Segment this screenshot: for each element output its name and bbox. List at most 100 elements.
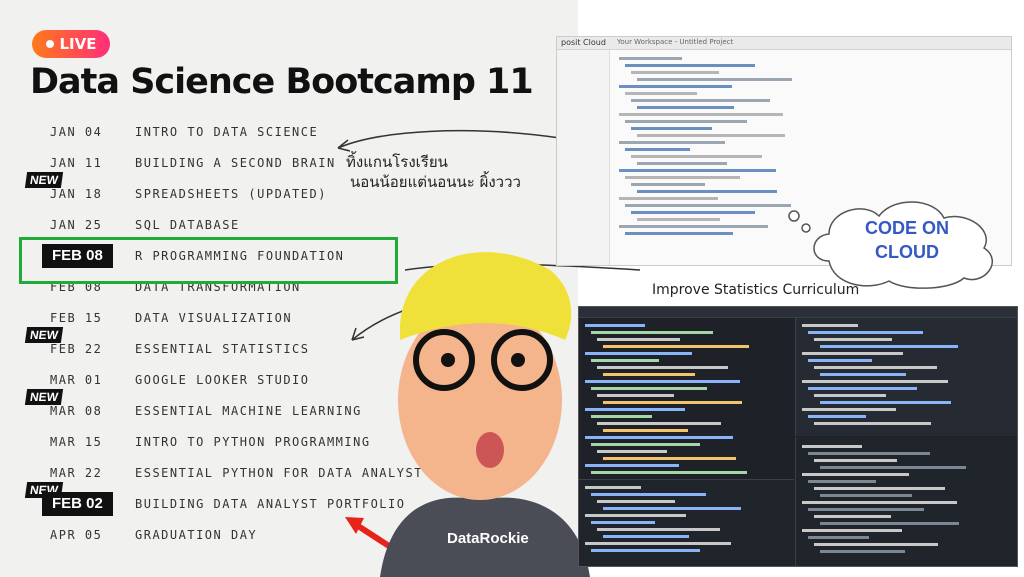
code-line xyxy=(808,508,924,511)
code-line xyxy=(591,331,714,334)
code-line xyxy=(814,366,938,369)
code-line xyxy=(597,500,676,503)
code-line xyxy=(631,99,770,102)
code-line xyxy=(625,176,741,179)
code-line xyxy=(820,401,952,404)
code-line xyxy=(591,443,700,446)
code-line xyxy=(585,464,679,467)
code-line xyxy=(603,345,750,348)
improve-statistics-note: Improve Statistics Curriculum xyxy=(652,282,860,298)
code-line xyxy=(591,415,653,418)
code-line xyxy=(591,387,707,390)
code-line xyxy=(603,507,741,510)
arrow-to-second-brain xyxy=(337,129,561,149)
dark-files-pane xyxy=(795,437,1017,566)
code-line xyxy=(808,359,872,362)
code-line xyxy=(585,408,686,411)
code-line xyxy=(820,345,958,348)
code-line xyxy=(597,422,722,425)
posit-project-title: Your Workspace - Untitled Project xyxy=(617,38,734,46)
code-line xyxy=(585,436,733,439)
code-line xyxy=(637,134,785,137)
code-line xyxy=(631,211,756,214)
code-line xyxy=(808,536,870,539)
code-line xyxy=(802,408,897,411)
code-line xyxy=(603,401,743,404)
code-line xyxy=(591,471,748,474)
code-line xyxy=(802,473,910,476)
code-line xyxy=(619,113,783,116)
code-line xyxy=(591,493,707,496)
code-line xyxy=(820,494,912,497)
code-line xyxy=(820,522,960,525)
code-line xyxy=(603,373,695,376)
code-line xyxy=(637,78,792,81)
code-line xyxy=(625,120,748,123)
code-line xyxy=(625,232,733,235)
code-line xyxy=(597,528,721,531)
code-line xyxy=(591,521,655,524)
code-line xyxy=(619,85,733,88)
code-line xyxy=(808,452,931,455)
code-line xyxy=(814,422,931,425)
code-line xyxy=(814,338,893,341)
code-line xyxy=(814,394,886,397)
dark-console-pane xyxy=(579,479,794,566)
code-line xyxy=(637,106,735,109)
code-line xyxy=(802,324,858,327)
code-line xyxy=(631,71,720,74)
rstudio-dark-screenshot xyxy=(578,306,1018,567)
code-line xyxy=(619,225,769,228)
brand-logo: DataRockie xyxy=(447,530,529,547)
code-line xyxy=(585,486,641,489)
code-line xyxy=(603,429,688,432)
dark-editor-pane xyxy=(579,318,794,478)
code-line xyxy=(625,204,791,207)
code-line xyxy=(591,549,700,552)
code-line xyxy=(808,480,876,483)
posit-sidebar xyxy=(557,50,610,265)
code-line xyxy=(591,359,659,362)
code-line xyxy=(802,501,957,504)
cloud-text: CODE ON CLOUD xyxy=(864,218,949,262)
code-line xyxy=(637,218,720,221)
code-line xyxy=(808,415,866,418)
code-line xyxy=(585,542,731,545)
code-line xyxy=(814,543,939,546)
code-line xyxy=(820,373,907,376)
code-line xyxy=(814,515,891,518)
code-line xyxy=(637,190,778,193)
code-line xyxy=(802,352,903,355)
code-line xyxy=(603,535,690,538)
code-line xyxy=(802,529,903,532)
code-line xyxy=(585,380,740,383)
code-line xyxy=(625,92,697,95)
code-line xyxy=(597,450,667,453)
code-line xyxy=(631,183,705,186)
code-line xyxy=(637,162,727,165)
code-line xyxy=(814,459,898,462)
code-line xyxy=(814,487,945,490)
code-line xyxy=(585,514,686,517)
code-line xyxy=(808,331,924,334)
code-line xyxy=(619,57,682,60)
code-line xyxy=(625,148,690,151)
code-line xyxy=(619,197,718,200)
code-line xyxy=(619,141,726,144)
posit-cloud-label: posit Cloud xyxy=(561,38,606,47)
code-line xyxy=(820,550,905,553)
code-line xyxy=(802,380,948,383)
code-line xyxy=(597,338,681,341)
code-line xyxy=(597,394,674,397)
dark-environment-pane xyxy=(795,318,1017,436)
code-line xyxy=(808,387,917,390)
code-line xyxy=(597,366,728,369)
code-line xyxy=(802,445,862,448)
code-line xyxy=(625,64,755,67)
code-line xyxy=(585,324,645,327)
code-line xyxy=(603,457,736,460)
code-line xyxy=(631,127,712,130)
code-line xyxy=(631,155,763,158)
code-line xyxy=(820,466,967,469)
code-line xyxy=(585,352,693,355)
